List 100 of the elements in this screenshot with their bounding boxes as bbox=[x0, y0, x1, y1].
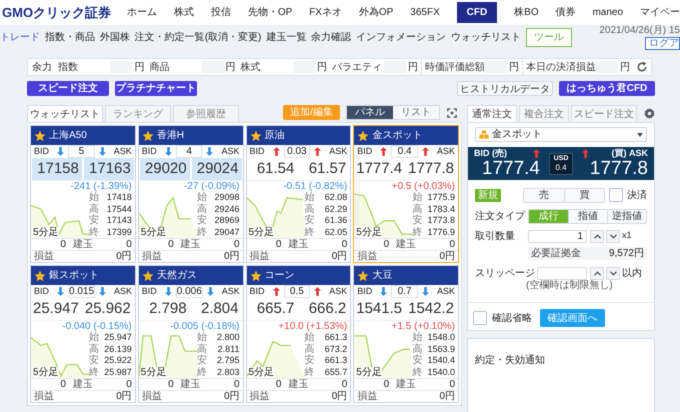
toolbar-button[interactable]: はっちゅう君CFD bbox=[559, 80, 655, 96]
decrease-button[interactable] bbox=[606, 230, 620, 242]
position-value: 0 bbox=[448, 239, 456, 251]
nav-link[interactable]: maneo bbox=[592, 2, 624, 23]
position-value: 0 bbox=[340, 239, 348, 251]
margin-title: 余力 bbox=[31, 60, 53, 74]
symbol-dropdown[interactable]: 金スポット bbox=[475, 127, 647, 142]
panel-title: 約定・失効通知 bbox=[475, 355, 545, 366]
quote-panel[interactable]: 上海A50 BID 5 ASK 17158 17163 -241 (-1.39%) 始 17418 高 17544 安 17143 5分足 終 17399 0 建玉 0 損益 0円 bbox=[30, 125, 136, 263]
star-icon bbox=[357, 270, 370, 282]
toolbar-button[interactable]: スピード注文 bbox=[27, 80, 109, 96]
spread-value: 0.015 bbox=[68, 285, 96, 298]
nav-link[interactable]: インフォメーション bbox=[356, 30, 446, 45]
slippage-field[interactable] bbox=[537, 266, 587, 280]
increase-button[interactable] bbox=[590, 266, 604, 280]
side-button[interactable]: 売 bbox=[524, 188, 564, 202]
position-label: 建玉 bbox=[72, 379, 94, 391]
position-value: 0 bbox=[274, 379, 282, 391]
bid-price: 17158 bbox=[32, 158, 82, 180]
pnl-label: 損益 bbox=[250, 251, 270, 262]
nav-link[interactable]: 外為OP bbox=[358, 2, 394, 23]
stat-value: 62.05 bbox=[324, 226, 348, 238]
tab[interactable]: 通常注文 bbox=[467, 105, 517, 122]
nav-link[interactable]: ホーム bbox=[127, 2, 158, 23]
decrease-button[interactable] bbox=[606, 266, 620, 280]
unit-label: 以内 bbox=[622, 266, 642, 280]
pnl-label: 損益 bbox=[357, 391, 378, 402]
spread-value: 0.5 bbox=[284, 285, 310, 298]
position-label: 建玉 bbox=[395, 239, 418, 251]
logo[interactable]: GMOクリック証券 bbox=[0, 4, 112, 20]
period-label: 5分足 bbox=[356, 367, 382, 378]
chevron-down-icon bbox=[610, 234, 616, 238]
order-type-button[interactable]: 逆指値 bbox=[607, 210, 646, 222]
stat-label: 安 bbox=[412, 215, 424, 226]
spread-value: 0.03 bbox=[284, 145, 310, 158]
ask-price: 17163 bbox=[84, 158, 134, 180]
tab[interactable]: 複合注文 bbox=[519, 105, 569, 122]
stat-label: 高 bbox=[304, 204, 316, 214]
quote-panel[interactable]: 銀スポット BID 0.015 ASK 25.947 25.962 -0.040 (-0.15%) 始 25.947 高 26.139 安 25.922 5分足 終 25.987 0 建玉 0 損益 0円 bbox=[30, 265, 136, 403]
stat-label: 始 bbox=[412, 332, 424, 344]
tab[interactable]: ウォッチリスト bbox=[27, 105, 103, 122]
quote-panel[interactable]: 大豆 BID 0.7 ASK 1541.5 1542.2 +1.5 (+0.10%) 始 1548.0 高 1563.9 安 1540.4 5分足 終 1540.0 0 建玉 0 損益 0円 bbox=[353, 265, 459, 403]
stat-label: 始 bbox=[304, 332, 316, 344]
stat-label: 終 bbox=[196, 226, 208, 238]
nav-link[interactable]: 債券 bbox=[556, 2, 576, 23]
stat-label: 終 bbox=[304, 366, 316, 378]
quote-panel[interactable]: 原油 BID 0.03 ASK 61.54 61.57 -0.51 (-0.82%) 始 62.08 高 62.29 安 61.36 5分足 終 62.05 0 建玉 0 損益 0円 bbox=[246, 125, 352, 263]
period-label: 5分足 bbox=[33, 227, 59, 238]
stat-value: 2.795 bbox=[216, 355, 240, 366]
hint-text: (空欄時は制限無し) bbox=[526, 280, 614, 292]
unit-label: 円 bbox=[224, 60, 236, 74]
nav-link[interactable]: 株式 bbox=[174, 2, 194, 23]
increase-button[interactable] bbox=[590, 230, 604, 242]
stat-value: 17544 bbox=[106, 204, 132, 215]
nav-link[interactable]: 余力確認 bbox=[311, 30, 352, 45]
checkbox-label: 決済 bbox=[627, 188, 647, 202]
nav-link[interactable]: 投信 bbox=[210, 2, 231, 23]
nav-link[interactable]: ウォッチリスト bbox=[451, 30, 522, 45]
bid-label: BID (売) bbox=[474, 148, 507, 158]
nav-link[interactable]: マイペー bbox=[640, 2, 680, 23]
nav-link[interactable]: 建玉一覧 bbox=[266, 30, 306, 45]
stat-value: 1540.0 bbox=[426, 366, 455, 378]
view-toggle[interactable]: パネル bbox=[347, 106, 393, 119]
nav-link[interactable]: 365FX bbox=[410, 2, 440, 23]
spread-value: 0.7 bbox=[391, 285, 418, 298]
order-type-button[interactable]: 指値 bbox=[568, 210, 607, 222]
nav-link[interactable]: 注文・約定一覧(取消・変更) bbox=[134, 30, 262, 45]
checkbox[interactable] bbox=[473, 311, 487, 325]
checkbox-label: 確認省略 bbox=[492, 312, 532, 326]
nav-link[interactable]: FXネオ bbox=[309, 2, 342, 23]
quote-panel[interactable]: 天然ガス BID 0.006 ASK 2.798 2.804 -0.005 (-0.18%) 始 2.800 高 2.811 安 2.795 5分足 終 2.803 0 建玉 0 損益 0円 bbox=[138, 265, 244, 403]
instrument-name: 金スポット bbox=[372, 129, 422, 143]
position-label: 建玉 bbox=[180, 239, 202, 251]
period-label: 5分足 bbox=[356, 227, 382, 238]
ask-label: ASK bbox=[221, 144, 240, 158]
nav-link[interactable]: 指数・商品 bbox=[44, 30, 95, 45]
stat-label: 高 bbox=[412, 204, 424, 214]
quantity-field[interactable]: 1 bbox=[528, 230, 587, 242]
stat-value: 655.7 bbox=[324, 366, 348, 378]
stat-value: 1776.9 bbox=[426, 226, 455, 238]
stat-label: 始 bbox=[412, 192, 424, 204]
quote-panel[interactable]: 香港H BID 4 ASK 29020 29024 -27 (-0.09%) 始 29098 高 29246 安 28969 5分足 終 29047 0 建玉 0 損益 0円 bbox=[138, 125, 244, 263]
nav-link[interactable]: CFD bbox=[456, 2, 498, 23]
logout-button[interactable]: ログア bbox=[645, 37, 680, 50]
toolbar-button[interactable]: プラチナチャート bbox=[115, 80, 197, 96]
side-button[interactable]: 買 bbox=[564, 188, 604, 202]
nav-link[interactable]: トレード bbox=[0, 30, 40, 45]
unit-label: 円 bbox=[508, 60, 520, 74]
ask-label: ASK bbox=[436, 284, 455, 298]
view-toggle[interactable]: リスト bbox=[393, 106, 439, 119]
ask-label: ASK bbox=[222, 284, 240, 298]
quote-panel[interactable]: コーン BID 0.5 ASK 665.7 666.2 +10.0 (+1.53%) 始 661.3 高 673.2 安 661.3 5分足 終 655.7 0 建玉 0 損益 0円 bbox=[246, 265, 352, 403]
tab[interactable]: スピード注文 bbox=[571, 105, 637, 122]
pnl-label: 損益 bbox=[34, 251, 54, 262]
nav-link[interactable]: 株BO bbox=[514, 2, 539, 23]
nav-link[interactable]: 先物・OP bbox=[248, 2, 292, 23]
checkbox[interactable] bbox=[609, 188, 623, 202]
toolbar-button[interactable]: ヒストリカルデータ bbox=[457, 80, 553, 96]
quote-panel[interactable]: 金スポット BID 0.4 ASK 1777.4 1777.8 +0.5 (+0.03%) 始 1775.9 高 1783.4 安 1773.8 5分足 終 1776.9 0 建玉 0 損益 0円 bbox=[353, 125, 459, 263]
nav-link[interactable]: 外国株 bbox=[100, 30, 130, 45]
